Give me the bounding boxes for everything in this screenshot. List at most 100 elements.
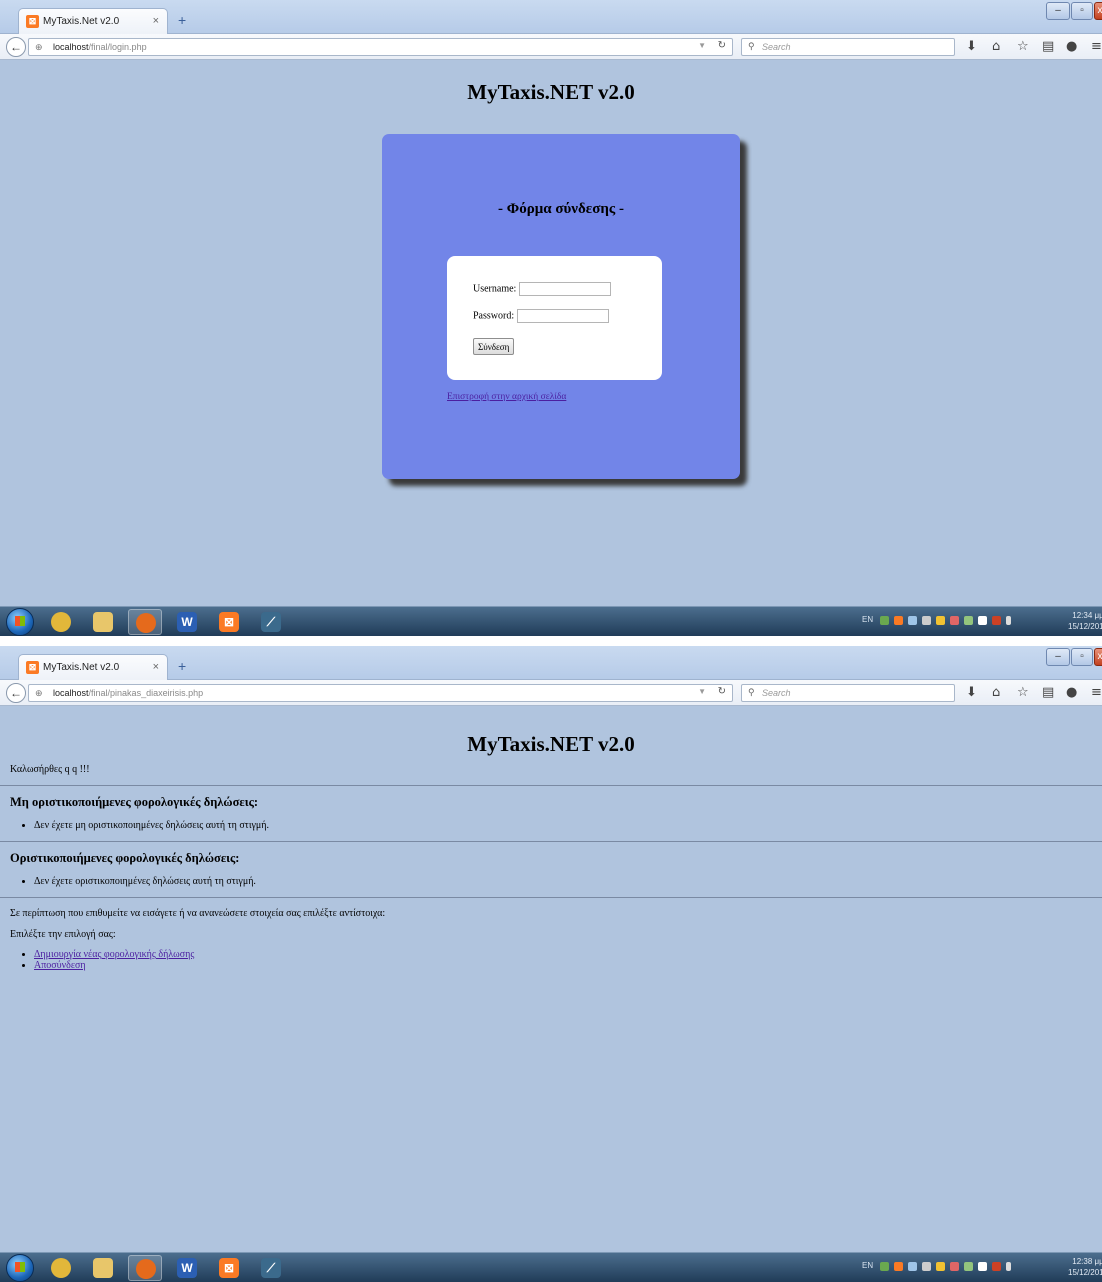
- mysql-workbench-icon: ⟋: [261, 1258, 281, 1278]
- taskbar-app[interactable]: ⊠: [212, 609, 246, 635]
- search-input[interactable]: ⚲ Search: [741, 38, 955, 56]
- reload-icon[interactable]: ↻: [718, 40, 726, 51]
- taskbar-app[interactable]: [86, 609, 120, 635]
- mysql-workbench-icon: ⟋: [261, 612, 281, 632]
- taskbar-app[interactable]: [128, 1255, 162, 1281]
- tray-flag-icon[interactable]: [978, 616, 987, 625]
- login-button[interactable]: Σύνδεση: [473, 338, 515, 355]
- bookmarks-menu-icon[interactable]: ▤: [1042, 39, 1054, 54]
- final-declarations-heading: Οριστικοποιήμενες φορολογικές δηλώσεις:: [10, 851, 240, 865]
- close-window-button[interactable]: x: [1094, 648, 1102, 666]
- chrome-icon: [51, 1258, 71, 1278]
- maximize-button[interactable]: ▫: [1071, 648, 1093, 666]
- taskbar-app[interactable]: W: [170, 609, 204, 635]
- minimize-button[interactable]: –: [1046, 648, 1070, 666]
- minimize-button[interactable]: –: [1046, 2, 1070, 20]
- non-final-declarations-heading: Μη οριστικοποιήμενες φορολογικές δηλώσει…: [10, 795, 259, 809]
- site-identity-icon[interactable]: ⊕: [35, 42, 43, 53]
- new-tax-declaration-link[interactable]: Δημιουργία νέας φορολογικής δήλωσης: [34, 949, 194, 960]
- taskbar-app[interactable]: ⟋: [254, 609, 288, 635]
- tray-app-icon[interactable]: [992, 1262, 1001, 1271]
- browser-tab[interactable]: ⊠ MyTaxis.Net v2.0 ×: [18, 654, 168, 680]
- login-form: Username: Password: Σύνδεση: [447, 256, 662, 380]
- tray-app-icon[interactable]: [950, 616, 959, 625]
- system-clock[interactable]: 12:38 μμ 15/12/2015: [1068, 1256, 1102, 1278]
- tray-app-icon[interactable]: [936, 616, 945, 625]
- tab-close-icon[interactable]: ×: [153, 15, 159, 27]
- bookmark-star-icon[interactable]: ☆: [1017, 685, 1029, 700]
- taskbar-app[interactable]: [86, 1255, 120, 1281]
- downloads-icon[interactable]: ⬇: [966, 685, 977, 700]
- password-row: Password:: [473, 309, 609, 323]
- taskbar-app[interactable]: ⟋: [254, 1255, 288, 1281]
- taskbar-app[interactable]: [128, 609, 162, 635]
- username-field[interactable]: [518, 282, 611, 296]
- tab-close-icon[interactable]: ×: [153, 661, 159, 673]
- tray-flag-icon[interactable]: [978, 1262, 987, 1271]
- tray-app-icon[interactable]: [908, 1262, 917, 1271]
- language-indicator[interactable]: EN: [862, 1261, 873, 1270]
- menu-icon[interactable]: ≡: [1091, 685, 1102, 700]
- start-button[interactable]: [6, 608, 34, 636]
- history-dropdown-icon[interactable]: ▼: [698, 41, 706, 50]
- start-button[interactable]: [6, 1254, 34, 1282]
- reload-icon[interactable]: ↻: [718, 686, 726, 697]
- back-to-home-link[interactable]: Επιστροφή στην αρχική σελίδα: [447, 392, 566, 402]
- system-clock[interactable]: 12:34 μμ 15/12/2015: [1068, 610, 1102, 632]
- browser-tab[interactable]: ⊠ MyTaxis.Net v2.0 ×: [18, 8, 168, 34]
- divider: [0, 897, 1102, 898]
- bookmarks-menu-icon[interactable]: ▤: [1042, 685, 1054, 700]
- folder-icon: [93, 1258, 113, 1278]
- site-identity-icon[interactable]: ⊕: [35, 688, 43, 699]
- tray-app-icon[interactable]: [992, 616, 1001, 625]
- tray-xampp-icon[interactable]: [894, 1262, 903, 1271]
- tray-network-icon[interactable]: [880, 616, 889, 625]
- tray-app-icon[interactable]: [908, 616, 917, 625]
- tray-app-icon[interactable]: [922, 1262, 931, 1271]
- new-tab-button[interactable]: +: [178, 658, 186, 674]
- password-field[interactable]: [516, 309, 609, 323]
- maximize-button[interactable]: ▫: [1071, 2, 1093, 20]
- menu-icon[interactable]: ≡: [1091, 39, 1102, 54]
- clock-date: 15/12/2015: [1068, 622, 1102, 631]
- non-final-declarations-list: Δεν έχετε μη οριστικοποιημένες δηλώσεις …: [10, 820, 1102, 831]
- tray-network-icon[interactable]: [880, 1262, 889, 1271]
- tray-app-icon[interactable]: [936, 1262, 945, 1271]
- volume-icon[interactable]: [1006, 1262, 1011, 1271]
- update-instructions: Σε περίπτωση που επιθυμείτε να εισάγετε …: [10, 908, 386, 919]
- login-panel: - Φόρμα σύνδεσης - Username: Password: Σ…: [382, 134, 740, 479]
- tray-app-icon[interactable]: [964, 1262, 973, 1271]
- taskbar-app[interactable]: W: [170, 1255, 204, 1281]
- clock-time: 12:38 μμ: [1072, 1257, 1102, 1266]
- tray-app-icon[interactable]: [922, 616, 931, 625]
- back-button[interactable]: ←: [6, 683, 26, 703]
- windows-taskbar: W ⊠ ⟋ EN 12:34 μμ 15/12/2015: [0, 606, 1102, 636]
- home-icon[interactable]: ⌂: [992, 685, 1000, 700]
- address-bar[interactable]: ⊕ localhost/final/login.php ▼ ↻: [28, 38, 733, 56]
- xampp-favicon-icon: ⊠: [26, 15, 39, 28]
- choose-option-text: Επιλέξτε την επιλογή σας:: [10, 929, 116, 940]
- new-tab-button[interactable]: +: [178, 12, 186, 28]
- volume-icon[interactable]: [1006, 616, 1011, 625]
- history-dropdown-icon[interactable]: ▼: [698, 687, 706, 696]
- language-indicator[interactable]: EN: [862, 615, 873, 624]
- home-icon[interactable]: ⌂: [992, 39, 1000, 54]
- taskbar-app[interactable]: [44, 1255, 78, 1281]
- tray-app-icon[interactable]: [964, 616, 973, 625]
- search-input[interactable]: ⚲ Search: [741, 684, 955, 702]
- tray-app-icon[interactable]: [950, 1262, 959, 1271]
- chat-icon[interactable]: ●: [1066, 39, 1077, 54]
- logout-link[interactable]: Αποσύνδεση: [34, 960, 86, 971]
- taskbar-app[interactable]: ⊠: [212, 1255, 246, 1281]
- close-window-button[interactable]: x: [1094, 2, 1102, 20]
- navigation-bar: ← ⊕ localhost/final/pinakas_diaxeirisis.…: [0, 680, 1102, 706]
- clock-date: 15/12/2015: [1068, 1268, 1102, 1277]
- downloads-icon[interactable]: ⬇: [966, 39, 977, 54]
- bookmark-star-icon[interactable]: ☆: [1017, 39, 1029, 54]
- address-bar[interactable]: ⊕ localhost/final/pinakas_diaxeirisis.ph…: [28, 684, 733, 702]
- clock-time: 12:34 μμ: [1072, 611, 1102, 620]
- tray-xampp-icon[interactable]: [894, 616, 903, 625]
- chat-icon[interactable]: ●: [1066, 685, 1077, 700]
- back-button[interactable]: ←: [6, 37, 26, 57]
- taskbar-app[interactable]: [44, 609, 78, 635]
